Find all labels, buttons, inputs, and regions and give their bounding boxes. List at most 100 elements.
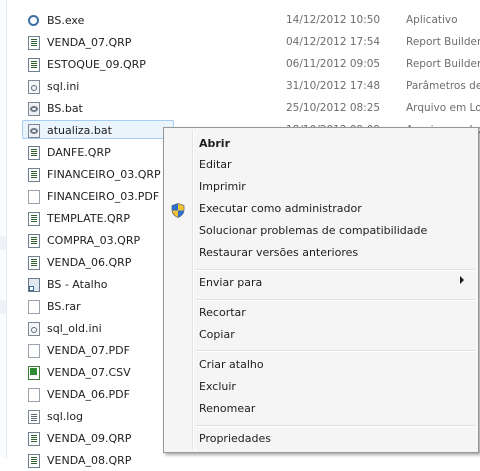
file-name-cell[interactable]: sql.ini (22, 76, 174, 95)
file-name-cell[interactable]: BS.rar (22, 296, 174, 315)
file-name-cell[interactable]: BS.exe (22, 10, 174, 29)
menu-item-create-shortcut[interactable]: Criar atalho (199, 357, 264, 373)
file-modified-date: 06/11/2012 09:05 (286, 58, 381, 70)
file-name: VENDA_07.PDF (47, 344, 130, 357)
qrp-icon (28, 234, 40, 248)
file-modified-date: 31/10/2012 17:48 (286, 80, 381, 92)
menu-item-troubleshoot-compatibility[interactable]: Solucionar problemas de compatibilidade (199, 223, 427, 239)
log-icon (28, 410, 40, 424)
file-row[interactable]: BS.bat 25/10/2012 08:25 Arquivo em Lo (20, 97, 480, 119)
file-name: FINANCEIRO_03.PDF (47, 190, 160, 203)
rar-icon (28, 300, 40, 314)
menu-item-delete[interactable]: Excluir (199, 379, 236, 395)
ini-icon (28, 80, 40, 94)
file-name: BS.exe (47, 14, 85, 27)
file-name-cell[interactable]: atualiza.bat (22, 120, 174, 139)
file-name-cell[interactable]: sql_old.ini (22, 318, 174, 337)
file-name: FINANCEIRO_03.QRP (47, 168, 161, 181)
qrp-icon (28, 168, 40, 182)
file-type: Arquivo em Lo (406, 102, 480, 114)
file-name: BS - Atalho (47, 278, 108, 291)
exe-icon (28, 15, 39, 26)
file-name-cell[interactable]: BS.bat (22, 98, 174, 117)
qrp-icon (28, 36, 40, 50)
qrp-icon (28, 58, 40, 72)
file-name-cell[interactable]: sql.log (22, 406, 174, 425)
file-name-cell[interactable]: VENDA_07.QRP (22, 32, 174, 51)
file-name: sql.log (47, 410, 84, 423)
qrp-icon (28, 146, 40, 160)
menu-item-copy[interactable]: Copiar (199, 327, 235, 343)
file-name-cell[interactable]: TEMPLATE.QRP (22, 208, 174, 227)
file-row[interactable]: sql.ini 31/10/2012 17:48 Parâmetros de (20, 75, 480, 97)
menu-separator (196, 299, 475, 301)
file-name: TEMPLATE.QRP (47, 212, 130, 225)
ini-icon (28, 322, 40, 336)
file-name-cell[interactable]: VENDA_06.PDF (22, 384, 174, 403)
uac-shield-icon (171, 203, 185, 218)
pdf-icon (28, 344, 40, 358)
file-name: VENDA_07.QRP (47, 36, 132, 49)
file-name: VENDA_07.CSV (47, 366, 131, 379)
file-name: VENDA_06.QRP (47, 256, 132, 269)
file-name-cell[interactable]: ESTOQUE_09.QRP (22, 54, 174, 73)
menu-item-restore-previous-versions[interactable]: Restaurar versões anteriores (199, 245, 358, 261)
file-type: Parâmetros de (406, 80, 480, 92)
file-row[interactable]: ESTOQUE_09.QRP 06/11/2012 09:05 Report Bui… (20, 53, 480, 75)
file-name: VENDA_08.QRP (47, 454, 132, 467)
file-name: ESTOQUE_09.QRP (47, 58, 146, 71)
menu-separator (196, 425, 475, 427)
menu-item-print[interactable]: Imprimir (199, 179, 246, 195)
qrp-icon (28, 454, 40, 468)
file-name: COMPRA_03.QRP (47, 234, 141, 247)
file-name: sql_old.ini (47, 322, 102, 335)
bat-icon (28, 124, 40, 138)
menu-item-run-as-admin[interactable]: Executar como administrador (199, 201, 362, 217)
menu-separator (196, 350, 475, 352)
file-row[interactable]: VENDA_07.QRP 04/12/2012 17:54 Report Build… (20, 31, 480, 53)
file-name-cell[interactable]: FINANCEIRO_03.PDF (22, 186, 174, 205)
file-name: BS.rar (47, 300, 81, 313)
file-type: Aplicativo (406, 14, 458, 26)
pdf-icon (28, 388, 40, 402)
pdf-icon (28, 190, 40, 204)
file-modified-date: 14/12/2012 10:50 (286, 14, 381, 26)
menu-separator (196, 269, 475, 271)
menu-item-edit[interactable]: Editar (199, 157, 232, 173)
menu-item-cut[interactable]: Recortar (199, 305, 246, 321)
file-type: Report Builder (406, 36, 480, 48)
file-name-cell[interactable]: DANFE.QRP (22, 142, 174, 161)
file-name: sql.ini (47, 80, 80, 93)
file-name: DANFE.QRP (47, 146, 111, 159)
file-name-cell[interactable]: COMPRA_03.QRP (22, 230, 174, 249)
file-name-cell[interactable]: BS - Atalho (22, 274, 174, 293)
file-name-cell[interactable]: FINANCEIRO_03.QRP (22, 164, 174, 183)
menu-item-send-to[interactable]: Enviar para (199, 275, 262, 291)
file-name: VENDA_09.QRP (47, 432, 132, 445)
file-name-cell[interactable]: VENDA_06.QRP (22, 252, 174, 271)
submenu-arrow-icon (460, 276, 464, 284)
file-name-cell[interactable]: VENDA_07.PDF (22, 340, 174, 359)
csv-icon (28, 366, 40, 380)
menu-item-properties[interactable]: Propriedades (199, 431, 271, 447)
nav-pane-marker (0, 236, 6, 250)
file-name-cell[interactable]: VENDA_07.CSV (22, 362, 174, 381)
menu-icon-gutter (192, 130, 194, 450)
file-name: BS.bat (47, 102, 83, 115)
file-name-cell[interactable]: VENDA_08.QRP (22, 450, 174, 469)
bat-icon (28, 102, 40, 116)
qrp-icon (28, 256, 40, 270)
file-name-cell[interactable]: VENDA_09.QRP (22, 428, 174, 447)
file-modified-date: 25/10/2012 08:25 (286, 102, 381, 114)
nav-pane-marker (0, 300, 6, 314)
file-modified-date: 04/12/2012 17:54 (286, 36, 381, 48)
qrp-icon (28, 432, 40, 446)
file-name: atualiza.bat (47, 124, 112, 137)
menu-item-open[interactable]: Abrir (199, 136, 230, 152)
menu-item-rename[interactable]: Renomear (199, 401, 255, 417)
file-row[interactable]: BS.exe 14/12/2012 10:50 Aplicativo (20, 9, 480, 31)
context-menu: Abrir Editar Imprimir Executar como admi… (163, 127, 479, 453)
file-name: VENDA_06.PDF (47, 388, 130, 401)
file-type: Report Builder (406, 58, 480, 70)
navigation-pane-edge (0, 0, 7, 458)
